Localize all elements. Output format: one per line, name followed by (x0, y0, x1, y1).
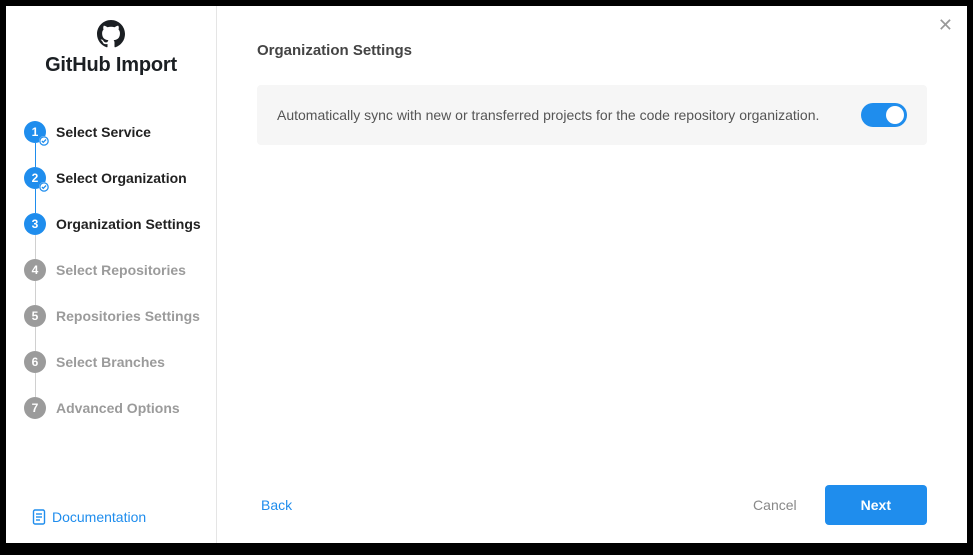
step-label: Select Organization (56, 170, 187, 186)
cancel-button[interactable]: Cancel (749, 489, 801, 521)
step-label: Select Branches (56, 354, 165, 370)
documentation-link[interactable]: Documentation (6, 509, 216, 525)
setting-description: Automatically sync with new or transferr… (277, 107, 819, 123)
step-connector (35, 281, 36, 305)
back-button[interactable]: Back (257, 489, 296, 521)
documentation-label: Documentation (52, 509, 146, 525)
step-label: Repositories Settings (56, 308, 200, 324)
auto-sync-toggle[interactable] (861, 103, 907, 127)
check-icon (39, 182, 49, 192)
step-label: Advanced Options (56, 400, 180, 416)
step-number-icon: 5 (24, 305, 46, 327)
brand: GitHub Import (6, 20, 216, 87)
step-label: Organization Settings (56, 216, 201, 232)
step-number-icon: 6 (24, 351, 46, 373)
step-connector (35, 189, 36, 213)
toggle-knob (886, 106, 904, 124)
step-select-service[interactable]: 1 Select Service (24, 109, 216, 155)
step-number-icon: 2 (24, 167, 46, 189)
step-connector (35, 373, 36, 397)
step-select-organization[interactable]: 2 Select Organization (24, 155, 216, 201)
sidebar: GitHub Import 1 Select Service 2 Select … (6, 6, 217, 543)
step-number-icon: 1 (24, 121, 46, 143)
step-number-icon: 3 (24, 213, 46, 235)
brand-title: GitHub Import (16, 54, 206, 77)
check-icon (39, 136, 49, 146)
next-button[interactable]: Next (825, 485, 927, 525)
step-label: Select Repositories (56, 262, 186, 278)
document-icon (32, 509, 46, 525)
step-connector (35, 235, 36, 259)
step-select-branches: 6 Select Branches (24, 339, 216, 385)
github-icon (97, 20, 125, 48)
close-icon[interactable]: ✕ (938, 16, 953, 34)
auto-sync-setting: Automatically sync with new or transferr… (257, 85, 927, 145)
step-organization-settings[interactable]: 3 Organization Settings (24, 201, 216, 247)
step-number-icon: 4 (24, 259, 46, 281)
page-title: Organization Settings (257, 42, 927, 59)
step-list: 1 Select Service 2 Select Organization 3… (6, 109, 216, 509)
step-number-icon: 7 (24, 397, 46, 419)
step-select-repositories: 4 Select Repositories (24, 247, 216, 293)
step-label: Select Service (56, 124, 151, 140)
footer: Back Cancel Next (257, 465, 927, 525)
step-advanced-options: 7 Advanced Options (24, 385, 216, 431)
step-connector (35, 327, 36, 351)
step-connector (35, 143, 36, 167)
main-content: Organization Settings Automatically sync… (217, 6, 967, 543)
step-repositories-settings: 5 Repositories Settings (24, 293, 216, 339)
